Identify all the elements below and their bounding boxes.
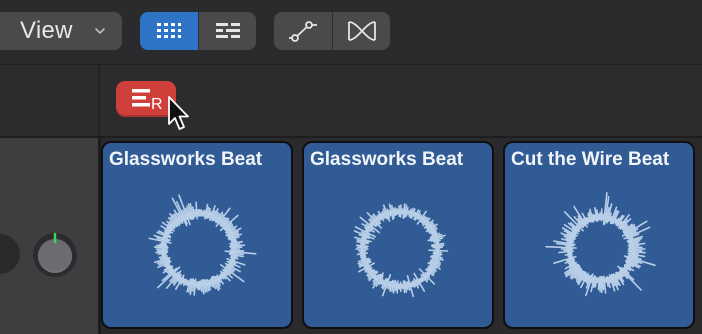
live-loop-cell[interactable]: Cut the Wire Beat bbox=[503, 141, 695, 329]
view-menu-label: View bbox=[20, 17, 73, 44]
volume-knob[interactable] bbox=[32, 232, 78, 278]
live-loop-cell[interactable]: Glassworks Beat bbox=[101, 141, 293, 329]
chevron-down-icon bbox=[95, 28, 105, 34]
partial-knob[interactable] bbox=[0, 234, 20, 274]
track-controls-panel bbox=[0, 138, 98, 334]
toolbar: View bbox=[0, 0, 702, 65]
automation-button[interactable] bbox=[274, 12, 332, 50]
list-icon bbox=[215, 23, 240, 38]
edit-mode-segmented-control bbox=[274, 12, 390, 50]
circular-waveform-icon bbox=[545, 191, 656, 297]
circular-waveform-icon bbox=[353, 203, 449, 298]
track-header-row: R bbox=[0, 65, 702, 138]
column-divider bbox=[98, 65, 100, 136]
transition-button[interactable] bbox=[332, 12, 390, 50]
automation-curve-icon bbox=[289, 21, 317, 42]
circular-waveform-icon bbox=[148, 194, 257, 296]
grid-icon bbox=[157, 23, 181, 38]
content-area: Glassworks Beat Glassworks Beat Cut the … bbox=[0, 138, 702, 334]
view-menu-button[interactable]: View bbox=[0, 12, 122, 50]
grid-view-button[interactable] bbox=[140, 12, 198, 50]
app-window: View R Glassworks Beat Glassworks Beat C… bbox=[0, 0, 702, 334]
mouse-pointer-icon bbox=[168, 96, 189, 130]
view-mode-segmented-control bbox=[140, 12, 256, 50]
crossfade-icon bbox=[347, 21, 376, 41]
list-view-button[interactable] bbox=[198, 12, 256, 50]
record-badge-letter: R bbox=[151, 96, 163, 113]
live-loop-cell[interactable]: Glassworks Beat bbox=[302, 141, 494, 329]
